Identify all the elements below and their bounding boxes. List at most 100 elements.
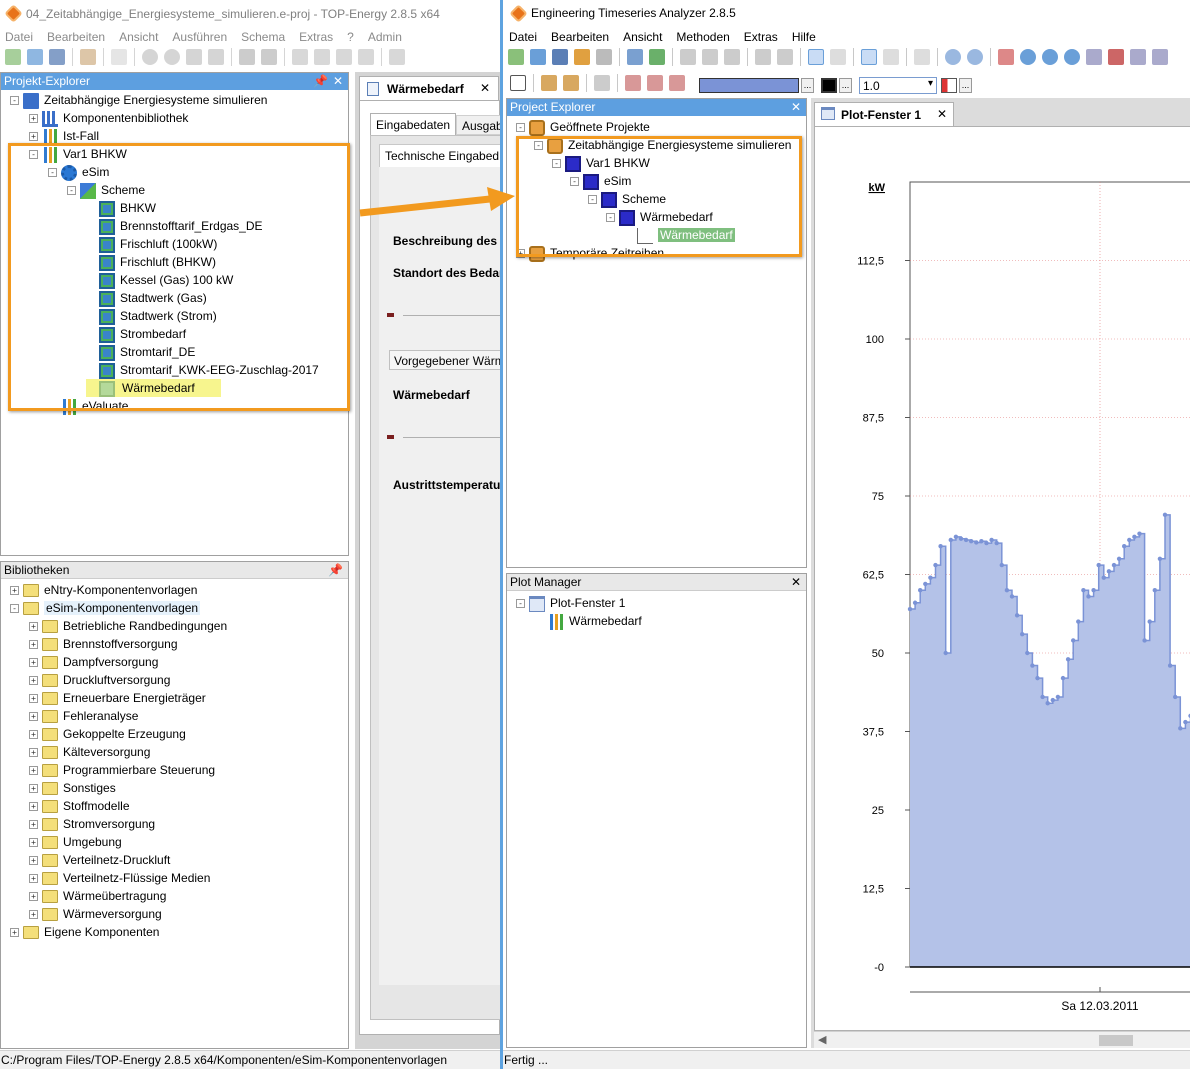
zoom-in-icon[interactable] (142, 49, 158, 65)
marker-style-icon[interactable] (941, 78, 957, 93)
open-icon[interactable] (27, 49, 43, 65)
grid-icon[interactable] (625, 75, 641, 91)
tree-item[interactable]: + Fehleranalyse (29, 707, 138, 725)
lock-icon[interactable] (914, 49, 930, 65)
expand-icon[interactable]: + (29, 730, 38, 740)
open-icon[interactable] (530, 49, 546, 65)
expand-icon[interactable]: + (29, 640, 38, 650)
menu-help[interactable]: ? (347, 30, 354, 44)
scroll-thumb[interactable] (1099, 1035, 1133, 1046)
expand-icon[interactable]: + (10, 586, 19, 596)
expand-icon[interactable]: + (29, 114, 38, 124)
zoom-select-icon[interactable] (830, 49, 846, 65)
properties-icon[interactable] (80, 49, 96, 65)
expand-icon[interactable]: + (29, 892, 38, 902)
menu-extras[interactable]: Extras (299, 30, 333, 44)
menu-methoden[interactable]: Methoden (676, 30, 729, 44)
connect-icon[interactable] (239, 49, 255, 65)
expand-icon[interactable]: + (10, 928, 19, 938)
frame-icon[interactable] (510, 75, 526, 91)
vorgegeben-field[interactable]: Vorgegebener Wärm (389, 350, 502, 370)
window4-icon[interactable] (1152, 49, 1168, 65)
expand-icon[interactable]: + (29, 748, 38, 758)
tree-item[interactable]: + Wärmeübertragung (29, 887, 166, 905)
line-icon[interactable] (261, 49, 277, 65)
export-icon[interactable] (649, 49, 665, 65)
paste-icon[interactable] (724, 49, 740, 65)
close-icon[interactable]: ✕ (333, 73, 343, 90)
tree-item[interactable]: + Kälteversorgung (29, 743, 150, 761)
tree-item[interactable]: + Wärmeversorgung (29, 905, 162, 923)
bars2-icon[interactable] (563, 75, 579, 91)
undo-icon[interactable] (292, 49, 308, 65)
tree-item[interactable]: + Verteilnetz-Flüssige Medien (29, 869, 210, 887)
marker-style-more[interactable]: ... (959, 78, 972, 93)
expand-icon[interactable]: + (29, 658, 38, 668)
tree-item[interactable]: + Betriebliche Randbedingungen (29, 617, 227, 635)
new-icon[interactable] (5, 49, 21, 65)
tree-item[interactable]: + Dampfversorgung (29, 653, 158, 671)
horizontal-scrollbar[interactable]: ◀ (814, 1031, 1190, 1048)
fit-icon[interactable] (998, 49, 1014, 65)
magnify3-icon[interactable] (1064, 49, 1080, 65)
tree-item[interactable]: - Plot-Fenster 1 (516, 594, 625, 612)
close-icon[interactable]: ✕ (937, 107, 947, 121)
undo-icon[interactable] (755, 49, 771, 65)
tree-item[interactable]: + Sonstiges (29, 779, 116, 797)
close-icon[interactable]: ✕ (480, 81, 490, 95)
expand-icon[interactable]: + (29, 874, 38, 884)
expand-icon[interactable]: + (29, 622, 38, 632)
pin-icon[interactable]: 📌 (313, 73, 328, 90)
table-icon[interactable] (627, 49, 643, 65)
grid3-icon[interactable] (669, 75, 685, 91)
new-icon[interactable] (508, 49, 524, 65)
collapse-icon[interactable]: - (516, 123, 525, 133)
expand-icon[interactable]: + (29, 712, 38, 722)
tree-item[interactable]: - eSim-Komponentenvorlagen (10, 599, 201, 617)
scroll-left-icon[interactable]: ◀ (818, 1033, 826, 1046)
fill-color-more[interactable]: ... (801, 78, 814, 93)
pointer-icon[interactable] (808, 49, 824, 65)
tree-item[interactable]: + Umgebung (29, 833, 122, 851)
save-icon[interactable] (49, 49, 65, 65)
magnify-icon[interactable] (1020, 49, 1036, 65)
tree-item[interactable]: + Gekoppelte Erzeugung (29, 725, 186, 743)
plot-tab[interactable]: Plot-Fenster 1 ✕ (814, 102, 954, 126)
filter-icon[interactable] (594, 75, 610, 91)
menu-extras[interactable]: Extras (744, 30, 778, 44)
menu-bearbeiten[interactable]: Bearbeiten (551, 30, 609, 44)
collapse-icon[interactable]: - (516, 599, 525, 609)
window3-icon[interactable] (1130, 49, 1146, 65)
menu-ansicht[interactable]: Ansicht (623, 30, 662, 44)
window-icon[interactable] (1086, 49, 1102, 65)
tree-item[interactable]: + Stromversorgung (29, 815, 155, 833)
doc-tab[interactable]: Wärmebedarf ✕ (359, 76, 499, 100)
bars-icon[interactable] (541, 75, 557, 91)
zoom-in-icon[interactable] (945, 49, 961, 65)
tree-item[interactable]: + Verteilnetz-Druckluft (29, 851, 170, 869)
save-icon[interactable] (552, 49, 568, 65)
tree-item[interactable]: + Komponentenbibliothek (29, 109, 188, 127)
magnify2-icon[interactable] (1042, 49, 1058, 65)
collapse-icon[interactable]: - (10, 604, 19, 614)
expand-icon[interactable]: + (29, 802, 38, 812)
collapse-marker[interactable] (387, 435, 394, 439)
collapse-marker[interactable] (387, 313, 394, 317)
cut-icon[interactable] (680, 49, 696, 65)
menu-datei[interactable]: Datei (509, 30, 537, 44)
menu-admin[interactable]: Admin (368, 30, 402, 44)
tab-eingabedaten[interactable]: Eingabedaten (370, 113, 456, 135)
expand-icon[interactable]: + (29, 838, 38, 848)
tree-item[interactable]: Wärmebedarf (535, 612, 642, 630)
view-icon[interactable] (389, 49, 405, 65)
expand-icon[interactable]: + (29, 910, 38, 920)
collapse-icon[interactable]: - (10, 96, 19, 106)
timeseries-chart[interactable]: 112,5 100 87,5 75 62,5 50 37,5 25 12,5 -0 kW Sa 12.… (815, 127, 1190, 1031)
import-icon[interactable] (574, 49, 590, 65)
axis-icon[interactable] (861, 49, 877, 65)
menu-bearbeiten[interactable]: Bearbeiten (47, 30, 105, 44)
expand-icon[interactable]: + (29, 676, 38, 686)
pin-icon[interactable]: 📌 (328, 562, 343, 579)
menu-datei[interactable]: Datei (5, 30, 33, 44)
e-icon[interactable] (358, 49, 374, 65)
